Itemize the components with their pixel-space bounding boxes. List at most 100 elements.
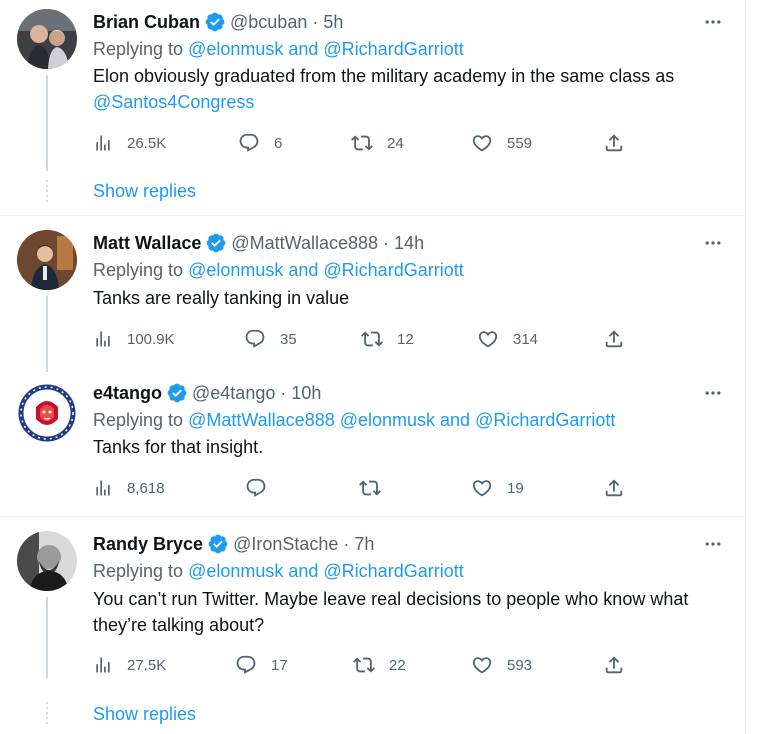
reply-count: 35 bbox=[280, 330, 297, 348]
share-button[interactable] bbox=[603, 476, 625, 500]
more-icon[interactable] bbox=[700, 532, 726, 556]
like-count: 559 bbox=[507, 134, 533, 152]
retweet-icon bbox=[351, 135, 373, 151]
like-button[interactable]: 314 bbox=[477, 327, 538, 351]
retweet-button[interactable]: 24 bbox=[351, 131, 404, 155]
retweet-icon bbox=[353, 657, 375, 673]
views-button[interactable]: 26.5K bbox=[93, 131, 166, 155]
verified-badge-icon bbox=[204, 11, 226, 33]
retweet-icon bbox=[359, 480, 381, 496]
reply-button[interactable] bbox=[245, 476, 267, 500]
retweet-button[interactable]: 12 bbox=[361, 327, 414, 351]
views-icon bbox=[96, 331, 110, 347]
share-icon bbox=[605, 656, 623, 674]
separator: · bbox=[280, 382, 287, 403]
avatar[interactable] bbox=[17, 383, 77, 443]
show-replies-link[interactable]: Show replies bbox=[93, 702, 196, 726]
handle[interactable]: @e4tango bbox=[192, 383, 275, 404]
more-icon[interactable] bbox=[700, 381, 726, 405]
share-icon bbox=[605, 134, 623, 152]
retweet-count: 22 bbox=[389, 656, 406, 674]
like-count: 593 bbox=[507, 656, 533, 674]
like-icon bbox=[472, 657, 492, 674]
tweet-randy-bryce[interactable]: Randy Bryce @IronStache · 7h Replying to… bbox=[0, 517, 746, 734]
views-button[interactable]: 100.9K bbox=[93, 327, 175, 351]
share-button[interactable] bbox=[603, 327, 625, 351]
separator: · bbox=[383, 232, 390, 253]
like-button[interactable]: 559 bbox=[471, 131, 532, 155]
verified-badge-icon bbox=[207, 533, 229, 555]
thread-dots bbox=[46, 702, 48, 724]
reply-icon bbox=[239, 133, 259, 152]
retweet-button[interactable]: 22 bbox=[353, 653, 406, 677]
reply-icon bbox=[246, 478, 266, 497]
replying-to-label: Replying to bbox=[93, 260, 189, 280]
timestamp[interactable]: 10h bbox=[291, 383, 321, 404]
views-button[interactable]: 8,618 bbox=[93, 476, 165, 500]
views-count: 26.5K bbox=[127, 134, 167, 152]
tweet-text: Elon obviously graduated from the milita… bbox=[93, 66, 675, 86]
reply-button[interactable]: 6 bbox=[238, 131, 282, 155]
thread-line bbox=[46, 296, 48, 372]
replying-to-links[interactable]: @elonmusk and @RichardGarriott bbox=[188, 39, 464, 59]
display-name[interactable]: Matt Wallace bbox=[93, 233, 201, 254]
replying-to-links[interactable]: @elonmusk and @RichardGarriott bbox=[188, 260, 464, 280]
share-icon bbox=[605, 330, 623, 348]
tweet-e4tango[interactable]: e4tango @e4tango · 10h Replying to @Matt… bbox=[0, 368, 746, 515]
tweet-text: Tanks are really tanking in value bbox=[93, 288, 350, 308]
reply-icon bbox=[236, 655, 256, 674]
show-replies-link[interactable]: Show replies bbox=[93, 179, 196, 203]
retweet-count: 12 bbox=[397, 330, 414, 348]
reply-button[interactable]: 17 bbox=[235, 653, 288, 677]
more-icon[interactable] bbox=[700, 231, 726, 255]
replying-to-label: Replying to bbox=[93, 410, 189, 430]
timestamp[interactable]: 7h bbox=[354, 534, 374, 555]
reply-count: 6 bbox=[274, 134, 283, 152]
reply-button[interactable]: 35 bbox=[244, 327, 297, 351]
separator: · bbox=[312, 11, 319, 32]
views-count: 8,618 bbox=[127, 479, 165, 497]
tweet-text-line-2: they’re talking about? bbox=[93, 615, 265, 635]
retweet-button[interactable] bbox=[359, 476, 381, 500]
tweet-brian-cuban[interactable]: Brian Cuban @bcuban · 5h Replying to @el… bbox=[0, 0, 746, 214]
views-button[interactable]: 27.5K bbox=[93, 653, 166, 677]
more-icon[interactable] bbox=[700, 10, 726, 34]
avatar[interactable] bbox=[17, 531, 77, 591]
tweet-text: Tanks for that insight. bbox=[93, 437, 264, 457]
like-count: 19 bbox=[507, 479, 524, 497]
share-button[interactable] bbox=[603, 131, 625, 155]
share-button[interactable] bbox=[603, 653, 625, 677]
share-icon bbox=[605, 479, 623, 497]
avatar[interactable] bbox=[17, 230, 77, 290]
tweet-header: Matt Wallace @MattWallace888 · 14h bbox=[93, 230, 424, 256]
handle[interactable]: @bcuban bbox=[230, 12, 307, 33]
reply-count: 17 bbox=[271, 656, 288, 674]
replying-to-links[interactable]: @MattWallace888 @elonmusk and @RichardGa… bbox=[188, 410, 615, 430]
tweet-header: Brian Cuban @bcuban · 5h bbox=[93, 9, 343, 35]
thread-line bbox=[46, 597, 48, 678]
tweet-header: e4tango @e4tango · 10h bbox=[93, 380, 321, 406]
replying-to-links[interactable]: @elonmusk and @RichardGarriott bbox=[188, 561, 464, 581]
views-icon bbox=[96, 657, 110, 673]
replying-to: Replying to @elonmusk and @RichardGarrio… bbox=[93, 258, 464, 283]
timeline: Brian Cuban @bcuban · 5h Replying to @el… bbox=[0, 0, 746, 734]
verified-badge-icon bbox=[166, 382, 188, 404]
avatar[interactable] bbox=[17, 9, 77, 69]
display-name[interactable]: Randy Bryce bbox=[93, 534, 203, 555]
timestamp[interactable]: 14h bbox=[394, 233, 424, 254]
replying-to-label: Replying to bbox=[93, 39, 189, 59]
replying-to: Replying to @elonmusk and @RichardGarrio… bbox=[93, 559, 464, 584]
views-count: 27.5K bbox=[127, 656, 167, 674]
like-icon bbox=[478, 331, 498, 348]
views-count: 100.9K bbox=[127, 330, 175, 348]
mention-link[interactable]: @Santos4Congress bbox=[93, 90, 254, 115]
display-name[interactable]: Brian Cuban bbox=[93, 12, 200, 33]
display-name[interactable]: e4tango bbox=[93, 383, 162, 404]
handle[interactable]: @IronStache bbox=[233, 534, 338, 555]
like-button[interactable]: 593 bbox=[471, 653, 532, 677]
like-icon bbox=[472, 480, 492, 497]
handle[interactable]: @MattWallace888 bbox=[231, 233, 378, 254]
timestamp[interactable]: 5h bbox=[323, 12, 343, 33]
like-button[interactable]: 19 bbox=[471, 476, 524, 500]
tweet-matt-wallace[interactable]: Matt Wallace @MattWallace888 · 14h Reply… bbox=[0, 216, 746, 372]
